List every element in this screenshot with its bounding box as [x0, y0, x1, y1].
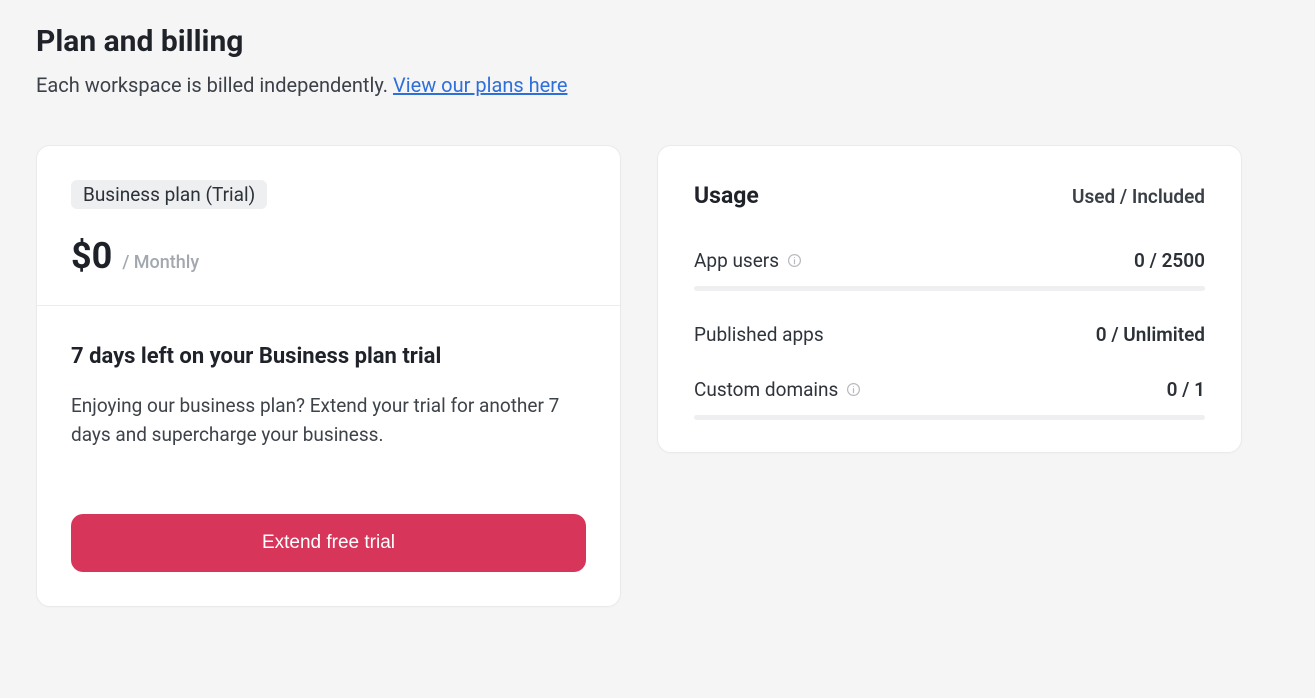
extend-free-trial-button[interactable]: Extend free trial [71, 514, 586, 572]
plan-price: $0 [71, 235, 112, 277]
trial-body: Enjoying our business plan? Extend your … [71, 391, 586, 450]
subtitle-text: Each workspace is billed independently. [36, 73, 393, 97]
trial-heading: 7 days left on your Business plan trial [71, 344, 586, 369]
usage-title: Usage [694, 182, 759, 209]
info-icon[interactable] [846, 382, 861, 397]
usage-value: 0 / 1 [1167, 378, 1205, 401]
usage-value: 0 / 2500 [1134, 249, 1205, 272]
usage-item-published-apps: Published apps 0 / Unlimited [694, 323, 1205, 346]
page-title: Plan and billing [36, 24, 1279, 59]
progress-bar [694, 415, 1205, 420]
plan-interval: / Monthly [122, 252, 199, 273]
plan-card: Business plan (Trial) $0 / Monthly 7 day… [36, 145, 621, 607]
info-icon[interactable] [787, 253, 802, 268]
usage-label: Published apps [694, 323, 824, 346]
view-plans-link[interactable]: View our plans here [393, 73, 567, 97]
usage-item-app-users: App users 0 / 2500 [694, 249, 1205, 291]
usage-label: Custom domains [694, 378, 838, 401]
plan-badge: Business plan (Trial) [71, 180, 267, 209]
progress-bar [694, 286, 1205, 291]
usage-columns-label: Used / Included [1072, 185, 1205, 208]
usage-card: Usage Used / Included App users [657, 145, 1242, 453]
usage-label: App users [694, 249, 779, 272]
usage-item-custom-domains: Custom domains 0 / 1 [694, 378, 1205, 420]
usage-value: 0 / Unlimited [1096, 323, 1205, 346]
page-subtitle: Each workspace is billed independently. … [36, 73, 1279, 97]
